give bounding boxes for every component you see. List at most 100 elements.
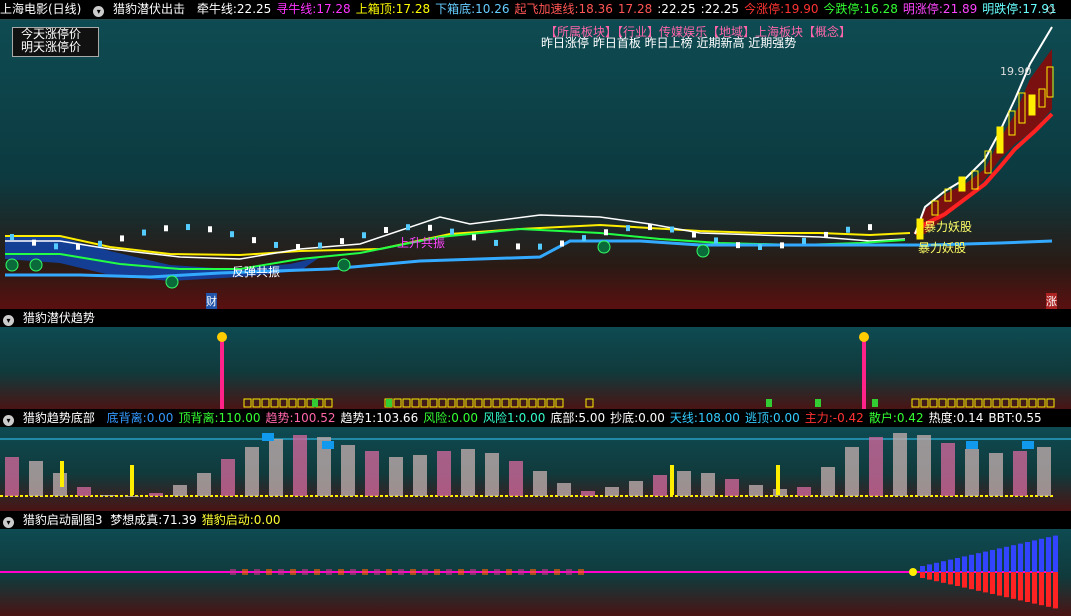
down-bar-16 bbox=[1032, 572, 1037, 604]
base-candle-34 bbox=[758, 243, 762, 250]
main-chart[interactable]: 今天涨停价 明天涨停价 【所属板块】【行业】传媒娱乐【地域】上海板块【概念】 昨… bbox=[0, 19, 1071, 309]
box-b-19 bbox=[555, 398, 564, 408]
trend-bar-5 bbox=[125, 496, 139, 497]
down-bar-10 bbox=[990, 572, 995, 594]
box-c-6 bbox=[965, 398, 974, 408]
trend-bar-8 bbox=[197, 473, 211, 496]
small-bar-16 bbox=[422, 569, 428, 575]
trend-bar-21 bbox=[509, 461, 523, 496]
trend-bar-11 bbox=[269, 439, 283, 496]
base-candle-35 bbox=[780, 242, 784, 249]
box-b-8 bbox=[456, 398, 465, 408]
box-c-7 bbox=[974, 398, 983, 408]
pane3-stat-8: 天线:108.00 bbox=[669, 411, 740, 425]
base-candle-29 bbox=[648, 224, 652, 231]
base-candle-23 bbox=[516, 243, 520, 250]
pane4-chart[interactable] bbox=[0, 529, 1071, 616]
box-c-13 bbox=[1028, 398, 1037, 408]
security-title[interactable]: 上海电影(日线) bbox=[0, 2, 81, 16]
trend-bar-22 bbox=[533, 471, 547, 496]
pane4-collapse-icon[interactable]: ▾ bbox=[3, 517, 14, 528]
pane3-stat-13: BBT:0.55 bbox=[988, 411, 1042, 425]
single-box bbox=[585, 398, 594, 408]
pane3-chart[interactable] bbox=[0, 427, 1071, 511]
up-bar-19 bbox=[1053, 535, 1058, 572]
box-c-8 bbox=[983, 398, 992, 408]
settings-diamond-icon[interactable]: ◇ bbox=[1046, 2, 1055, 16]
small-bar-25 bbox=[530, 569, 536, 575]
up-bar-12 bbox=[1004, 546, 1009, 572]
box-c-9 bbox=[992, 398, 1001, 408]
up-bar-3 bbox=[941, 561, 946, 572]
pane3-stat-2: 趋势:100.52 bbox=[265, 411, 336, 425]
up-bar-10 bbox=[990, 550, 995, 572]
small-bar-2 bbox=[254, 569, 260, 575]
blue-block-0 bbox=[262, 433, 274, 441]
up-bar-15 bbox=[1025, 542, 1030, 572]
base-candle-3 bbox=[76, 243, 80, 250]
box-b-14 bbox=[510, 398, 519, 408]
pane3-header: ▾ 猎豹趋势底部 底背离:0.00 顶背离:110.00 趋势:100.52 趋势1:… bbox=[0, 409, 1071, 427]
spike-right bbox=[862, 339, 866, 409]
small-bar-17 bbox=[434, 569, 440, 575]
fantan-label: 反弹共振 bbox=[232, 265, 281, 279]
small-bar-15 bbox=[410, 569, 416, 575]
price-label: 19.90 bbox=[1000, 65, 1032, 78]
box-a-1 bbox=[252, 398, 261, 408]
small-bar-7 bbox=[314, 569, 320, 575]
trend-bar-27 bbox=[653, 475, 667, 496]
box-c-0 bbox=[911, 398, 920, 408]
box-c-5 bbox=[956, 398, 965, 408]
up-bar-1 bbox=[927, 564, 932, 572]
pane3-title[interactable]: 猎豹趋势底部 bbox=[23, 411, 95, 425]
pane2-collapse-icon[interactable]: ▾ bbox=[3, 315, 14, 326]
up-bar-13 bbox=[1011, 545, 1016, 572]
small-bar-24 bbox=[518, 569, 524, 575]
shangsheng-label: 上升共振 bbox=[397, 236, 446, 250]
blue-block-3 bbox=[1022, 441, 1034, 449]
small-bar-20 bbox=[470, 569, 476, 575]
main-stats: 牵牛线:22.25 寻牛线:17.28 上箱顶:17.28 下箱底:10.26 起飞加速… bbox=[197, 2, 1062, 16]
trend-bar-3 bbox=[77, 487, 91, 496]
trend-bar-38 bbox=[917, 435, 931, 496]
base-candle-39 bbox=[868, 224, 872, 231]
collapse-icon[interactable]: ▾ bbox=[93, 6, 105, 17]
box-b-18 bbox=[546, 398, 555, 408]
pane4-title[interactable]: 猎豹启动副图3 bbox=[23, 513, 103, 527]
green-marker-1 bbox=[29, 258, 43, 272]
small-bar-23 bbox=[506, 569, 512, 575]
main-stat-9: 今跌停:16.28 bbox=[823, 2, 898, 16]
trend-bar-15 bbox=[365, 451, 379, 496]
rally-candle-0 bbox=[916, 218, 924, 240]
main-stat-8: 今涨停:19.90 bbox=[744, 2, 819, 16]
pane3-collapse-icon[interactable]: ▾ bbox=[3, 415, 14, 426]
indicator-name[interactable]: 猎豹潜伏出击 bbox=[113, 2, 185, 16]
box-c-12 bbox=[1019, 398, 1028, 408]
box-b-10 bbox=[474, 398, 483, 408]
pane4-header: ▾ 猎豹启动副图3 梦想成真:71.39 猎豹启动:0.00 bbox=[0, 511, 1071, 529]
pane2-chart[interactable] bbox=[0, 327, 1071, 409]
down-bar-14 bbox=[1018, 572, 1023, 601]
base-candle-13 bbox=[296, 243, 300, 250]
pane3-stat-9: 逃顶:0.00 bbox=[744, 411, 800, 425]
up-bar-5 bbox=[955, 558, 960, 572]
trend-bar-7 bbox=[173, 485, 187, 496]
up-bar-17 bbox=[1039, 538, 1044, 572]
trend-bar-31 bbox=[749, 485, 763, 496]
base-candle-33 bbox=[736, 242, 740, 249]
base-candle-4 bbox=[98, 240, 102, 247]
green-box-4 bbox=[872, 399, 878, 407]
base-candle-0 bbox=[10, 234, 14, 240]
small-bar-19 bbox=[458, 569, 464, 575]
trend-bar-4 bbox=[101, 495, 115, 496]
base-candle-11 bbox=[252, 237, 256, 244]
box-b-9 bbox=[465, 398, 474, 408]
box-c-2 bbox=[929, 398, 938, 408]
down-bar-5 bbox=[955, 572, 960, 586]
base-candle-20 bbox=[450, 228, 454, 235]
trend-bar-39 bbox=[941, 443, 955, 496]
down-bar-9 bbox=[983, 572, 988, 593]
pane2-title[interactable]: 猎豹潜伏趋势 bbox=[23, 311, 95, 325]
trend-bar-9 bbox=[221, 459, 235, 496]
small-bar-14 bbox=[398, 569, 404, 575]
